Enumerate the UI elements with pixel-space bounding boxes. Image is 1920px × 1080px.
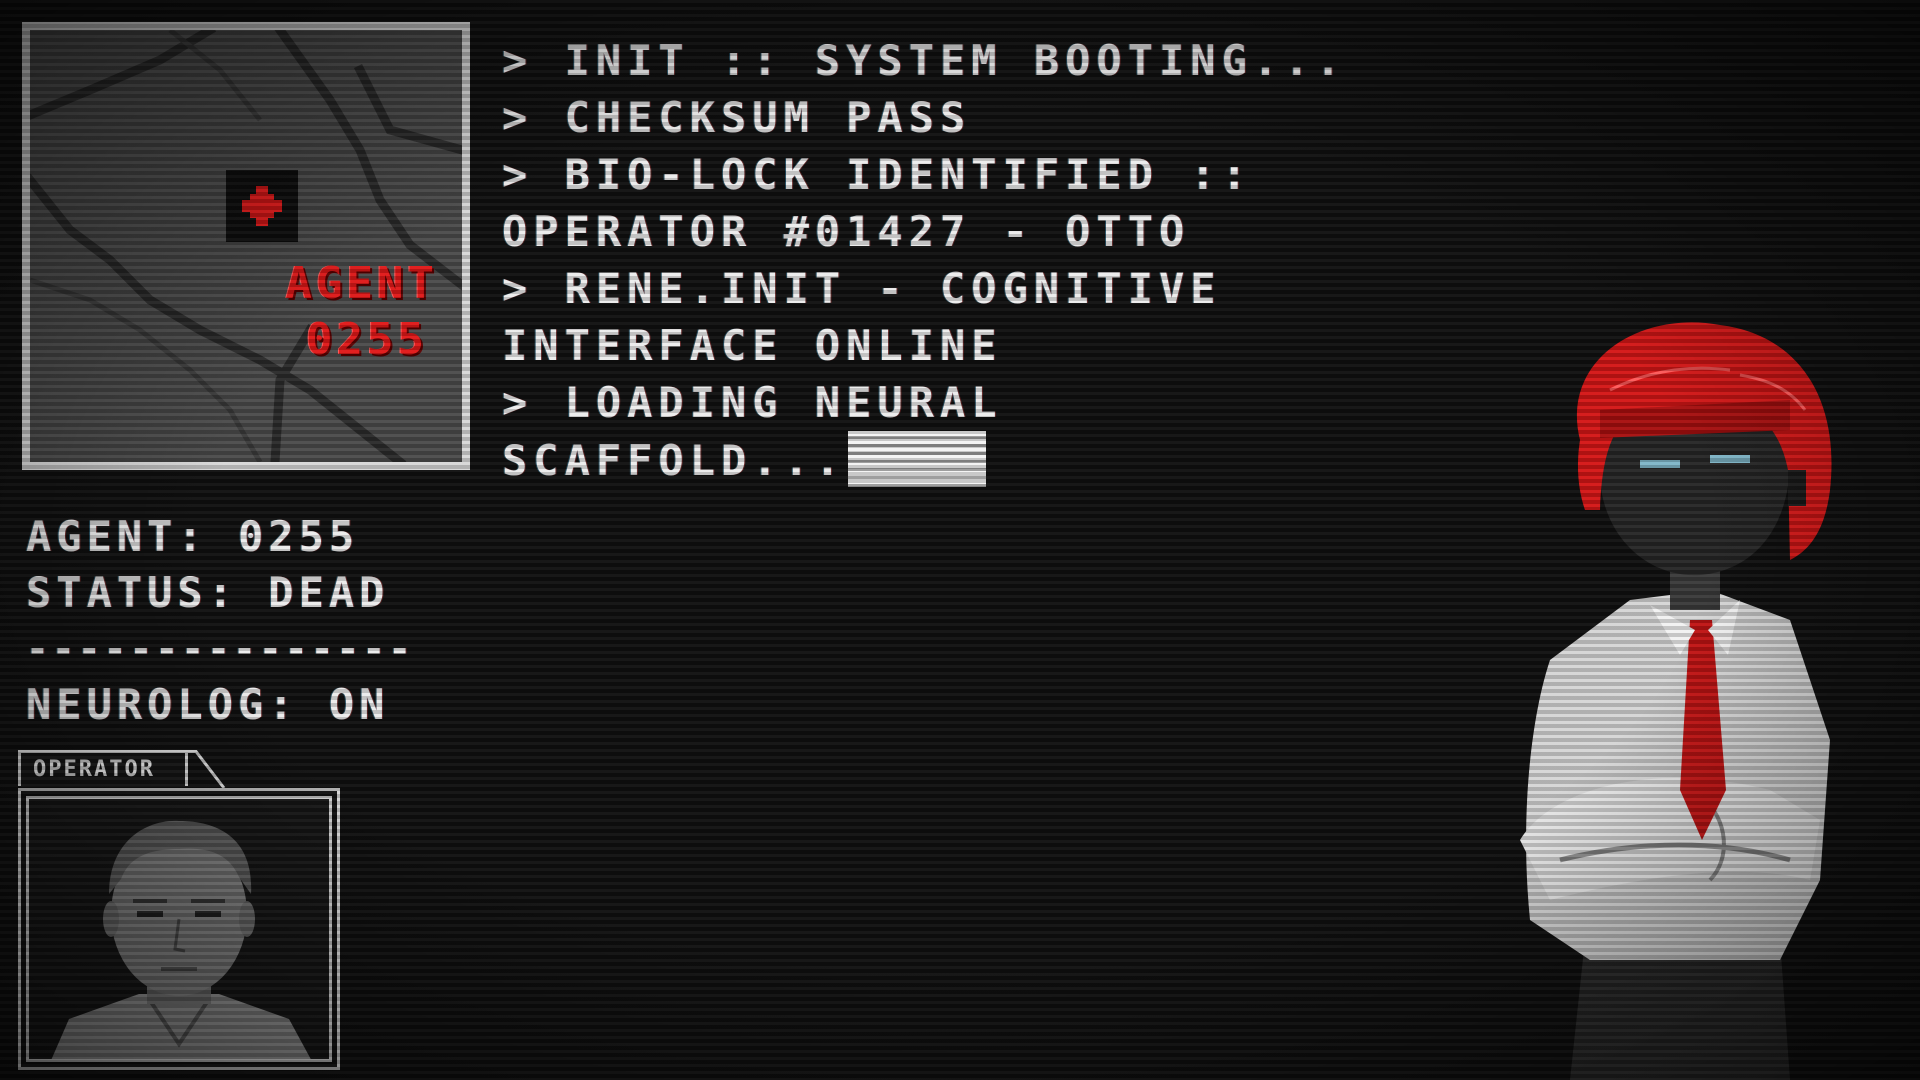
boot-line-interface: INTERFACE ONLINE [502,321,1003,370]
boot-terminal: > INIT :: SYSTEM BOOTING... > CHECKSUM P… [502,32,1347,488]
neurolog-status-text: NEUROLOG: ON [26,680,390,729]
map-agent-label: AGENT [285,258,438,309]
boot-line-checksum: > CHECKSUM PASS [502,93,972,142]
map-agent-id: 0255 [306,314,428,365]
boot-line-scaffold: SCAFFOLD... [502,436,847,485]
operator-portrait [26,796,332,1062]
boot-line-operator: OPERATOR #01427 - OTTO [502,207,1191,256]
boot-line-loading: > LOADING NEURAL [502,378,1003,427]
medical-cross-glyph [242,186,282,226]
info-divider: --------------- [26,627,415,671]
terminal-cursor [848,431,987,487]
agent-id-text: AGENT: 0255 [26,512,360,561]
agent-info-panel: AGENT: 0255 STATUS: DEAD ---------------… [26,508,414,732]
operator-face-illustration [29,799,329,1059]
agent-character-sprite [1520,322,1832,1080]
agent-status-text: STATUS: DEAD [26,568,390,617]
minimap-panel: AGENT 0255 [22,22,470,470]
boot-line-rene-init: > RENE.INIT - COGNITIVE [502,264,1222,313]
minimap-roads [30,30,462,462]
operator-tab: OPERATOR [18,750,188,786]
boot-line-biolock: > BIO-LOCK IDENTIFIED :: [502,150,1253,199]
boot-line-scaffold-row: SCAFFOLD... [502,431,1322,488]
medical-cross-icon[interactable] [226,170,298,242]
operator-tab-corner [186,750,226,789]
operator-portrait-frame [18,788,340,1070]
game-screen: AGENT 0255 > INIT :: SYSTEM BOOTING... >… [0,0,1920,1080]
boot-line-init: > INIT :: SYSTEM BOOTING... [502,36,1347,85]
